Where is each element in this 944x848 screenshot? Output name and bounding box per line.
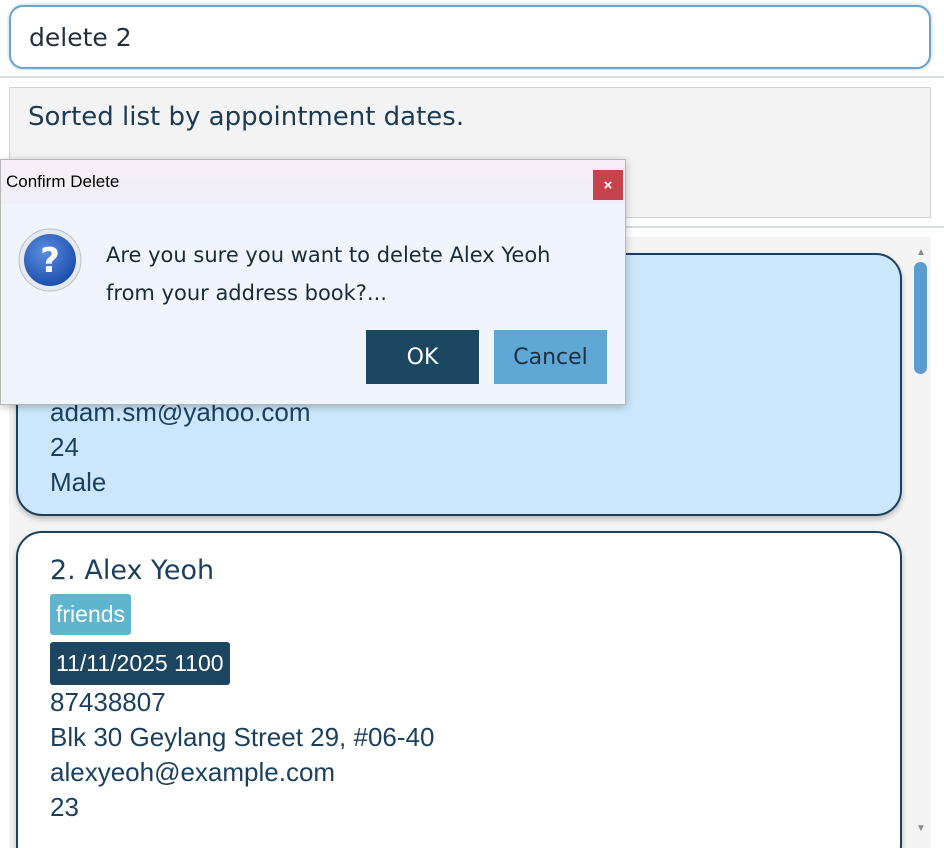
person-age: 24 — [50, 432, 79, 462]
dialog-message-line2: from your address book?... — [106, 281, 387, 305]
command-input[interactable] — [29, 22, 911, 52]
scroll-up-icon[interactable]: ▲ — [911, 245, 931, 261]
dialog-title: Confirm Delete — [6, 172, 120, 191]
scroll-thumb[interactable] — [914, 262, 927, 374]
person-gender: Male — [50, 467, 107, 497]
person-card[interactable]: 2. Alex Yeoh friends 11/11/2025 1100 874… — [16, 531, 902, 848]
dialog-message-line1: Are you sure you want to delete Alex Yeo… — [106, 243, 551, 267]
person-appointment: 11/11/2025 1100 — [50, 642, 230, 685]
dialog-titlebar[interactable]: Confirm Delete — [1, 160, 625, 204]
scroll-down-icon[interactable]: ▼ — [911, 821, 931, 837]
person-email: alexyeoh@example.com — [50, 757, 336, 787]
svg-text:?: ? — [40, 241, 60, 281]
person-address: Blk 30 Geylang Street 29, #06-40 — [50, 722, 435, 752]
question-icon: ? — [18, 228, 82, 292]
command-box[interactable] — [9, 5, 931, 69]
cancel-button[interactable]: Cancel — [494, 330, 607, 384]
list-scrollbar[interactable]: ▲ ▼ — [911, 237, 931, 848]
confirm-delete-dialog: Confirm Delete × ? Are you sure you want… — [0, 159, 626, 405]
person-name: 2. Alex Yeoh — [50, 555, 215, 586]
person-phone: 87438807 — [50, 687, 166, 717]
close-button[interactable]: × — [593, 170, 623, 200]
ok-button[interactable]: OK — [366, 330, 479, 384]
person-tag: friends — [50, 594, 132, 635]
divider — [0, 76, 944, 78]
dialog-message: Are you sure you want to delete Alex Yeo… — [106, 236, 586, 312]
person-age: 23 — [50, 792, 79, 822]
result-text: Sorted list by appointment dates. — [28, 102, 465, 132]
